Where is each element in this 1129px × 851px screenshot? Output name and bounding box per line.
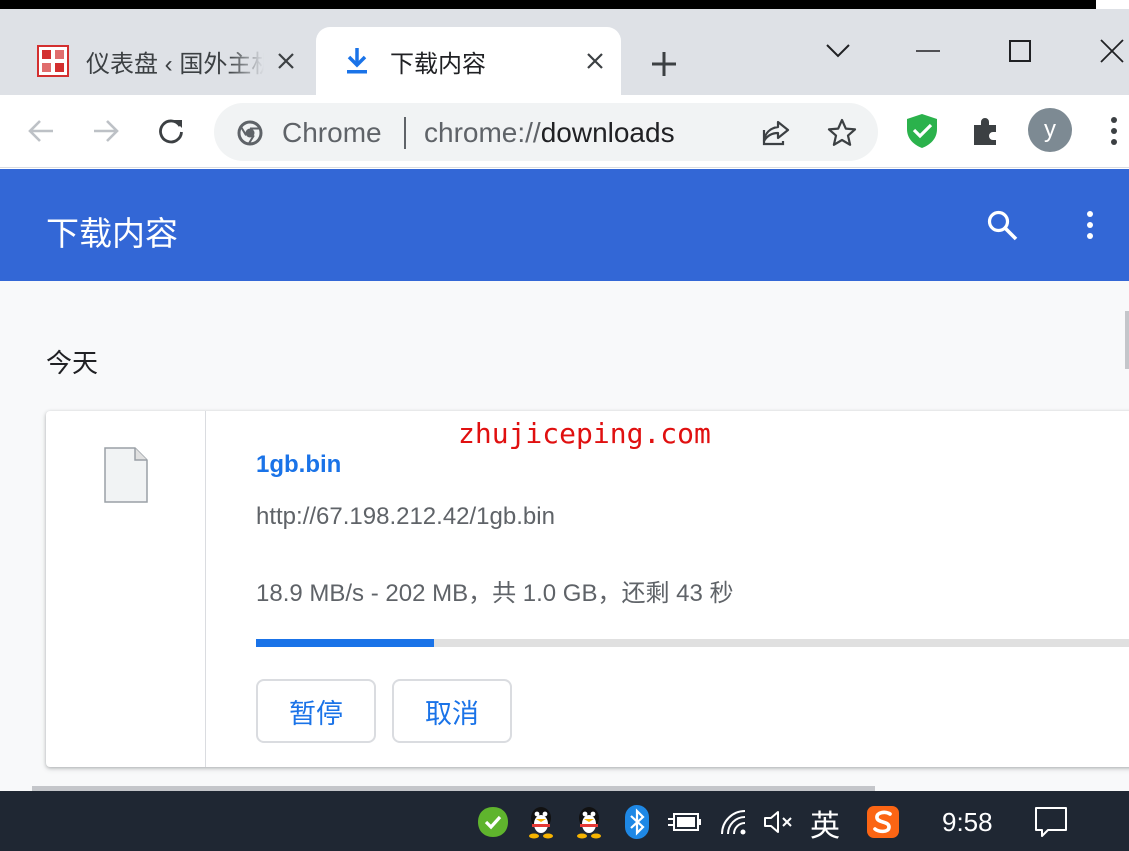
search-icon[interactable] [982, 205, 1022, 245]
pause-button[interactable]: 暂停 [256, 679, 376, 743]
date-heading: 今天 [46, 348, 99, 378]
maximize-icon[interactable] [1002, 33, 1038, 69]
progress-fill [256, 639, 434, 647]
extensions-puzzle-icon[interactable] [968, 113, 1004, 149]
file-icon [104, 447, 148, 503]
url-text[interactable]: chrome://downloads [424, 117, 675, 149]
forward-arrow-icon[interactable] [88, 113, 124, 149]
windows-taskbar: 英 9:58 [0, 791, 1129, 851]
sogou-input-icon[interactable] [866, 805, 900, 839]
browser-toolbar: Chrome chrome://downloads y [0, 95, 1129, 168]
url-scheme: chrome:// [424, 117, 541, 148]
chrome-logo-icon [236, 119, 264, 147]
tab-dashboard[interactable]: 仪表盘 ‹ 国外主机 [22, 27, 312, 95]
downloads-list: 今天 zhujiceping.com 1gb.bin http://67.198… [0, 281, 1129, 791]
shield-icon[interactable] [904, 113, 940, 149]
reload-icon[interactable] [153, 113, 189, 149]
close-icon[interactable] [274, 49, 298, 73]
tab-downloads[interactable]: 下载内容 [316, 27, 621, 95]
watermark: zhujiceping.com [458, 417, 711, 450]
file-name-link[interactable]: 1gb.bin [256, 451, 341, 479]
ime-language-indicator[interactable]: 英 [810, 801, 840, 845]
site-logo-icon [36, 44, 70, 78]
new-tab-icon[interactable] [646, 46, 682, 82]
close-icon[interactable] [583, 49, 607, 73]
top-edge [0, 0, 1096, 9]
tab-strip: 仪表盘 ‹ 国外主机 下载内容 [0, 9, 1129, 95]
downloads-header: 下载内容 [0, 169, 1129, 281]
avatar-initial: y [1044, 116, 1056, 143]
taskbar-clock[interactable]: 9:58 [942, 807, 993, 838]
wifi-icon[interactable] [718, 805, 752, 839]
site-chip: Chrome [282, 117, 382, 148]
download-status: 18.9 MB/s - 202 MB，共 1.0 GB，还剩 43 秒 [256, 580, 734, 607]
minimize-icon[interactable] [910, 33, 946, 69]
progress-bar [256, 639, 1129, 647]
battery-icon[interactable] [668, 805, 702, 839]
omnibox-divider [404, 117, 406, 149]
download-icon [340, 44, 374, 78]
menu-dots-icon[interactable] [1096, 113, 1129, 149]
bluetooth-icon[interactable] [620, 805, 654, 839]
download-item: zhujiceping.com 1gb.bin http://67.198.21… [46, 411, 1129, 767]
back-arrow-icon[interactable] [23, 113, 59, 149]
star-icon[interactable] [826, 117, 858, 149]
more-options-icon[interactable] [1070, 205, 1110, 245]
speaker-muted-icon[interactable] [762, 805, 796, 839]
url-host: downloads [540, 117, 675, 148]
qq-penguin-icon[interactable] [572, 805, 606, 839]
file-icon-column [46, 411, 206, 767]
window-close-icon[interactable] [1094, 33, 1129, 69]
tab-title: 仪表盘 ‹ 国外主机 [86, 50, 264, 78]
address-bar[interactable]: Chrome chrome://downloads [214, 103, 878, 161]
file-url-link[interactable]: http://67.198.212.42/1gb.bin [256, 503, 555, 531]
vertical-scrollbar[interactable] [1125, 311, 1129, 369]
cancel-button[interactable]: 取消 [392, 679, 512, 743]
notification-center-icon[interactable] [1034, 805, 1068, 839]
page-title: 下载内容 [46, 215, 178, 252]
security-tray-icon[interactable] [476, 805, 510, 839]
share-icon[interactable] [760, 117, 792, 149]
qq-penguin-icon[interactable] [524, 805, 558, 839]
avatar[interactable]: y [1028, 108, 1072, 152]
tab-title: 下载内容 [390, 50, 486, 78]
chevron-down-icon[interactable] [820, 33, 856, 69]
